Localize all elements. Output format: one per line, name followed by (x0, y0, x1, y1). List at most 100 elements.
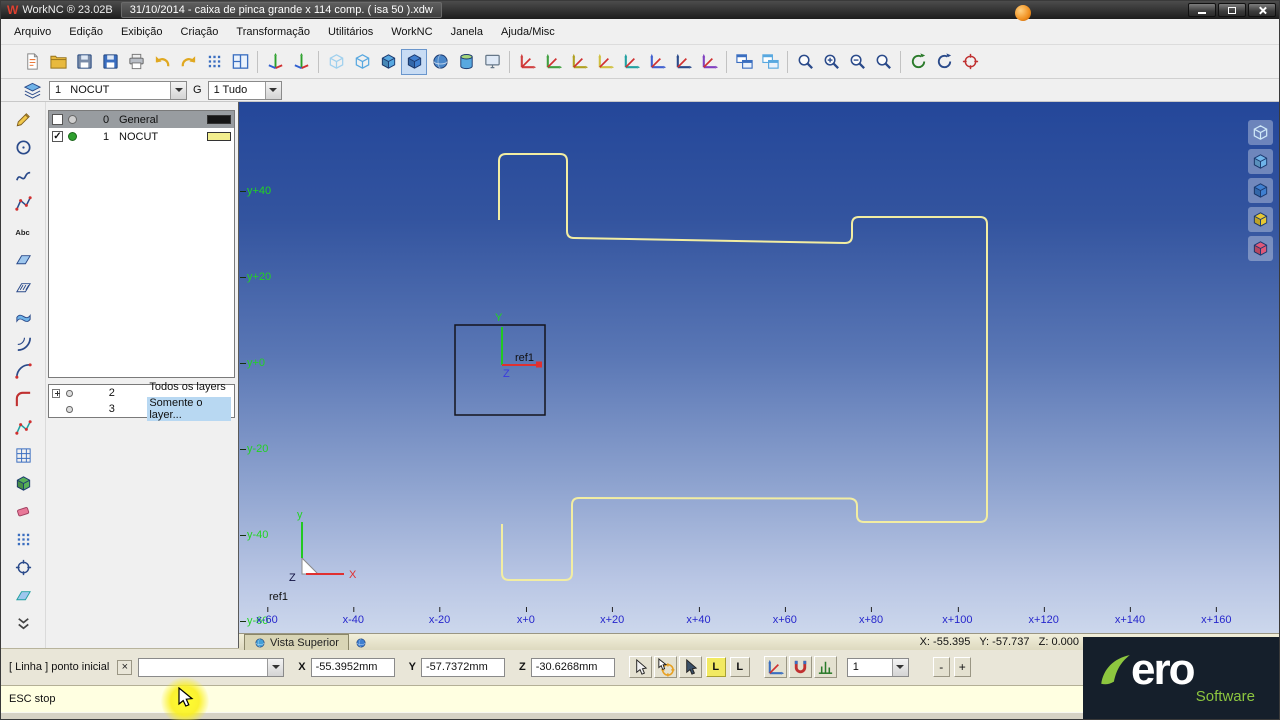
view-cylinder-button[interactable] (453, 49, 479, 75)
layer-visible-checkbox[interactable] (52, 114, 63, 125)
layer-row-general[interactable]: 0 General (49, 111, 234, 128)
polyline-tool[interactable] (11, 191, 36, 216)
view-screen-button[interactable] (479, 49, 505, 75)
more-tools-button[interactable] (11, 611, 36, 636)
menu-item-worknc[interactable]: WorkNC (382, 23, 441, 41)
active-layer-select[interactable]: 1 NOCUT (49, 80, 187, 100)
chevron-down-icon[interactable] (891, 658, 908, 676)
viewport-canvas[interactable]: Y Z ref1 y X Z ref1 y+40 y+20 y+0 y-20 y-40 (239, 102, 1279, 633)
zoom-in-button[interactable] (818, 49, 844, 75)
pick-filter-button[interactable] (678, 656, 702, 678)
rotate-view-button[interactable] (905, 49, 931, 75)
text-tool[interactable] (11, 219, 36, 244)
hatch-tool[interactable] (11, 275, 36, 300)
view-sphere-button[interactable] (427, 49, 453, 75)
close-prompt-button[interactable]: × (117, 659, 133, 675)
lock-l2-button[interactable]: L (729, 657, 750, 677)
part-outline[interactable] (498, 153, 988, 581)
transform-rotate-button[interactable] (540, 49, 566, 75)
increment-button[interactable]: + (953, 657, 971, 677)
save-as-button[interactable] (71, 49, 97, 75)
layer-visible-checkbox[interactable]: ✓ (52, 131, 63, 142)
menu-item-edicao[interactable]: Edição (60, 23, 112, 41)
transform-scale-button[interactable] (566, 49, 592, 75)
menu-item-utilitarios[interactable]: Utilitários (319, 23, 382, 41)
center-view-button[interactable] (957, 49, 983, 75)
menu-item-janela[interactable]: Janela (442, 23, 492, 41)
x-coordinate-input[interactable] (310, 657, 395, 677)
transform-project-button[interactable] (618, 49, 644, 75)
eraser-tool[interactable] (11, 499, 36, 524)
open-file-button[interactable] (45, 49, 71, 75)
arc-tool[interactable] (11, 359, 36, 384)
snap-target-button[interactable] (653, 656, 677, 678)
maximize-button[interactable] (1218, 3, 1246, 17)
redo-button[interactable] (175, 49, 201, 75)
measure-tool[interactable] (11, 555, 36, 580)
viewport-layout-button[interactable] (227, 49, 253, 75)
level-snap-button[interactable] (813, 656, 837, 678)
view-wireframe-button[interactable] (323, 49, 349, 75)
side-view-button[interactable] (1248, 178, 1273, 203)
scope-row-only-layer[interactable]: 3 Somente o layer... (49, 397, 234, 421)
back-view-button[interactable] (1248, 236, 1273, 261)
undo-button[interactable] (149, 49, 175, 75)
chevron-down-icon[interactable] (170, 81, 186, 99)
spin-view-button[interactable] (931, 49, 957, 75)
top-view-button[interactable] (1248, 207, 1273, 232)
layer-color-swatch[interactable] (207, 132, 231, 141)
transform-translate-button[interactable] (514, 49, 540, 75)
copies-select[interactable]: 1 (846, 657, 909, 677)
view-tab-vista-superior[interactable]: Vista Superior (244, 634, 349, 650)
offset-tool[interactable] (11, 331, 36, 356)
coord-system-button[interactable] (763, 656, 787, 678)
view-hidden-line-button[interactable] (349, 49, 375, 75)
lock-l1-button[interactable]: L (705, 657, 726, 677)
window-new-button[interactable] (757, 49, 783, 75)
zoom-fit-button[interactable] (870, 49, 896, 75)
layer-group-select[interactable]: 1 Tudo (207, 80, 282, 100)
layer-color-swatch[interactable] (207, 115, 231, 124)
mesh-tool[interactable] (11, 443, 36, 468)
pencil-tool[interactable] (11, 107, 36, 132)
decrement-button[interactable]: - (932, 657, 950, 677)
chevron-down-icon[interactable] (264, 81, 281, 99)
command-history-select[interactable] (138, 657, 285, 677)
zoom-out-button[interactable] (844, 49, 870, 75)
magnet-snap-button[interactable] (788, 656, 812, 678)
print-button[interactable] (123, 49, 149, 75)
menu-item-ajuda[interactable]: Ajuda/Misc (492, 23, 564, 41)
layer-row-nocut[interactable]: ✓ 1 NOCUT (49, 128, 234, 145)
iso-view-button[interactable] (1248, 120, 1273, 145)
surface-tool[interactable] (11, 303, 36, 328)
new-file-button[interactable] (19, 49, 45, 75)
spline-tool[interactable] (11, 163, 36, 188)
minimize-button[interactable] (1188, 3, 1216, 17)
view-sphere-button[interactable] (352, 635, 370, 650)
transform-offset-button[interactable] (696, 49, 722, 75)
trim-tool[interactable] (11, 415, 36, 440)
z-coordinate-input[interactable] (530, 657, 615, 677)
menu-item-arquivo[interactable]: Arquivo (5, 23, 60, 41)
close-button[interactable] (1248, 3, 1276, 17)
plane-tool[interactable] (11, 247, 36, 272)
transform-mirror-button[interactable] (592, 49, 618, 75)
menu-item-exibicao[interactable]: Exibição (112, 23, 172, 41)
select-arrow-button[interactable] (628, 656, 652, 678)
chevron-down-icon[interactable] (267, 658, 284, 676)
section-tool[interactable] (11, 583, 36, 608)
front-view-button[interactable] (1248, 149, 1273, 174)
save-button[interactable] (97, 49, 123, 75)
axes-xyz-button[interactable] (262, 49, 288, 75)
window-tile-button[interactable] (731, 49, 757, 75)
pattern-tool[interactable] (11, 527, 36, 552)
menu-item-criacao[interactable]: Criação (172, 23, 228, 41)
expand-icon[interactable] (52, 388, 61, 398)
circle-tool[interactable] (11, 135, 36, 160)
transform-array-button[interactable] (670, 49, 696, 75)
solid-tool[interactable] (11, 471, 36, 496)
menu-item-transformacao[interactable]: Transformação (227, 23, 319, 41)
transform-align-button[interactable] (644, 49, 670, 75)
snap-grid-button[interactable] (201, 49, 227, 75)
view-shaded-edges-button[interactable] (401, 48, 427, 75)
